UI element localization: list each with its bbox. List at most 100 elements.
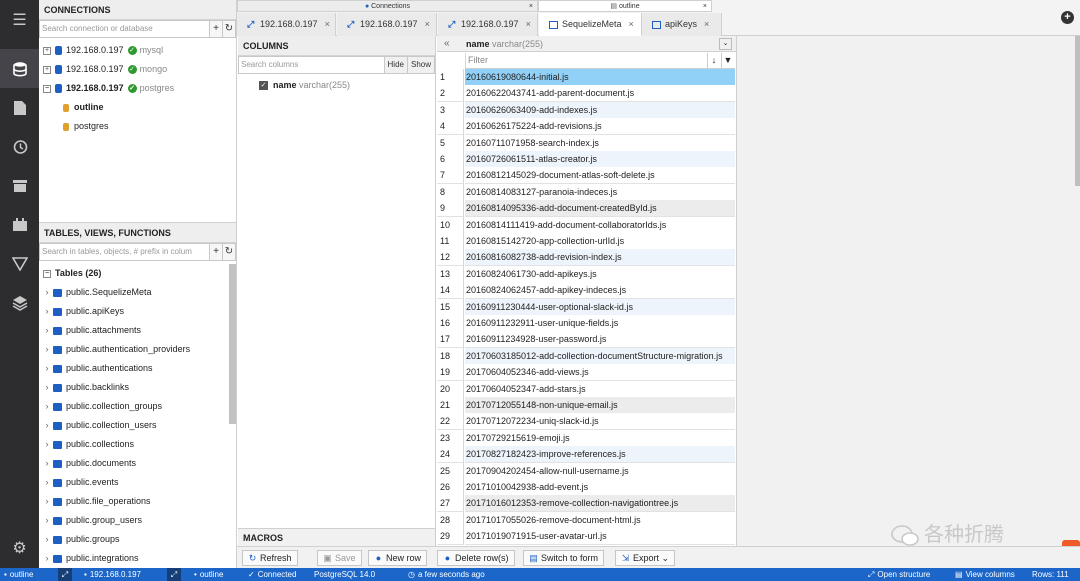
grid-cell[interactable]: 20171017055026-remove-document-html.js bbox=[465, 511, 735, 529]
close-icon[interactable]: × bbox=[704, 19, 709, 29]
table-item[interactable]: › public.collection_groups bbox=[39, 397, 163, 416]
grid-cell[interactable]: 20160626175224-add-revisions.js bbox=[465, 118, 735, 136]
row-number[interactable]: 25 bbox=[437, 462, 464, 480]
column-header-name[interactable]: name varchar(255) bbox=[466, 39, 543, 49]
row-number[interactable]: 29 bbox=[437, 528, 464, 546]
row-number[interactable]: 22 bbox=[437, 413, 464, 431]
close-icon[interactable]: × bbox=[526, 19, 531, 29]
grid-cell[interactable]: 20160814083127-paranoia-indeces.js bbox=[465, 183, 735, 201]
row-number[interactable]: 17 bbox=[437, 331, 464, 349]
grid-cell[interactable]: 20160726061511-atlas-creator.js bbox=[465, 151, 735, 168]
table-item[interactable]: › public.backlinks bbox=[39, 378, 130, 397]
chevron-right-icon[interactable]: › bbox=[41, 435, 53, 454]
tables-scrollbar[interactable] bbox=[229, 264, 236, 424]
row-number[interactable]: 15 bbox=[437, 298, 464, 316]
row-number[interactable]: 16 bbox=[437, 315, 464, 332]
grid-cell[interactable]: 20160626063409-add-indexes.js bbox=[465, 101, 735, 119]
row-number[interactable]: 21 bbox=[437, 397, 464, 414]
top-tab-connections[interactable]: ● Connections × bbox=[237, 0, 538, 12]
view-columns-link[interactable]: ▤ View columns bbox=[955, 568, 1015, 581]
column-item-name[interactable]: ✓ name varchar(255) bbox=[259, 78, 350, 92]
grid-cell[interactable]: 20170604052347-add-stars.js bbox=[465, 380, 735, 398]
chevron-right-icon[interactable]: › bbox=[41, 492, 53, 511]
row-number[interactable]: 19 bbox=[437, 364, 464, 382]
plugin-icon[interactable] bbox=[0, 205, 39, 244]
row-number[interactable]: 20 bbox=[437, 380, 464, 398]
row-number[interactable]: 1 bbox=[437, 69, 464, 86]
expand-toggle-icon[interactable]: + bbox=[43, 65, 51, 74]
grid-cell[interactable]: 20160619080644-initial.js bbox=[465, 69, 735, 86]
save-button[interactable]: ▣ Save bbox=[317, 550, 362, 566]
table-item[interactable]: › public.documents bbox=[39, 454, 137, 473]
tables-search-input[interactable]: Search in tables, objects, # prefix in c… bbox=[39, 243, 210, 261]
grid-cell[interactable]: 20160814111419-add-document-collaborator… bbox=[465, 216, 735, 234]
row-number[interactable]: 7 bbox=[437, 167, 464, 185]
database-item-outline[interactable]: outline bbox=[63, 98, 104, 117]
connection-search-input[interactable]: Search connection or database bbox=[39, 20, 210, 38]
grid-cell[interactable]: 20171016012353-remove-collection-navigat… bbox=[465, 495, 735, 513]
table-item[interactable]: › public.SequelizeMeta bbox=[39, 283, 152, 302]
delete-rows-button[interactable]: ● Delete row(s) bbox=[437, 550, 515, 566]
close-icon[interactable]: × bbox=[325, 19, 330, 29]
grid-cell[interactable]: 20160911234928-user-password.js bbox=[465, 331, 735, 349]
close-icon[interactable]: × bbox=[529, 1, 533, 13]
columns-search-input[interactable]: Search columns bbox=[238, 56, 385, 74]
row-number[interactable]: 10 bbox=[437, 216, 464, 234]
grid-cell[interactable]: 20170827182423-improve-references.js bbox=[465, 446, 735, 464]
chevron-right-icon[interactable]: › bbox=[41, 340, 53, 359]
table-item[interactable]: › public.integrations bbox=[39, 549, 139, 568]
grid-cell[interactable]: 20171010042938-add-event.js bbox=[465, 479, 735, 496]
row-number[interactable]: 11 bbox=[437, 233, 464, 250]
chevron-right-icon[interactable]: › bbox=[41, 530, 53, 549]
tab-connection-3[interactable]: ⤢ 192.168.0.197 × bbox=[438, 13, 538, 36]
grid-cell[interactable]: 20170904202454-allow-null-username.js bbox=[465, 462, 735, 480]
table-item[interactable]: › public.collection_users bbox=[39, 416, 157, 435]
row-number[interactable]: 2 bbox=[437, 85, 464, 103]
tab-apikeys[interactable]: apiKeys × bbox=[642, 13, 722, 36]
tab-sequelizemeta[interactable]: SequelizeMeta × bbox=[539, 13, 642, 36]
table-item[interactable]: › public.file_operations bbox=[39, 492, 151, 511]
collapse-panel-icon[interactable]: « bbox=[444, 38, 450, 49]
grid-cell[interactable]: 20170603185012-add-collection-documentSt… bbox=[465, 347, 735, 365]
history-icon[interactable] bbox=[0, 127, 39, 166]
chevron-right-icon[interactable]: › bbox=[41, 473, 53, 492]
macros-header[interactable]: MACROS bbox=[238, 528, 436, 546]
table-item[interactable]: › public.attachments bbox=[39, 321, 142, 340]
row-number[interactable]: 18 bbox=[437, 347, 464, 365]
hide-button[interactable]: Hide bbox=[384, 56, 408, 74]
row-number[interactable]: 4 bbox=[437, 118, 464, 136]
grid-cell[interactable]: 20160812145029-document-atlas-soft-delet… bbox=[465, 167, 735, 185]
filter-funnel-icon[interactable]: ▼ bbox=[721, 53, 734, 68]
column-menu-icon[interactable]: ⌄ bbox=[719, 38, 732, 50]
connection-item-postgres[interactable]: − 192.168.0.197 ✓ postgres bbox=[43, 79, 174, 98]
open-structure-link[interactable]: ⤢ Open structure bbox=[868, 568, 930, 581]
chevron-right-icon[interactable]: › bbox=[41, 359, 53, 378]
settings-gear-icon[interactable]: ⚙ bbox=[0, 528, 39, 567]
database-icon[interactable] bbox=[0, 49, 39, 88]
table-item[interactable]: › public.apiKeys bbox=[39, 302, 125, 321]
grid-cell[interactable]: 20160815142720-app-collection-urlId.js bbox=[465, 233, 735, 250]
filter-icon[interactable] bbox=[0, 244, 39, 283]
chevron-right-icon[interactable]: › bbox=[41, 302, 53, 321]
connection-item-mongo[interactable]: +192.168.0.197 ✓ mongo bbox=[43, 60, 167, 79]
table-item[interactable]: › public.events bbox=[39, 473, 119, 492]
table-item[interactable]: › public.authentication_providers bbox=[39, 340, 191, 359]
file-icon[interactable] bbox=[0, 88, 39, 127]
grid-cell[interactable]: 20160622043741-add-parent-document.js bbox=[465, 85, 735, 103]
status-database-2[interactable]: • outline bbox=[194, 568, 223, 581]
grid-cell[interactable]: 20160816082738-add-revision-index.js bbox=[465, 249, 735, 267]
chevron-right-icon[interactable]: › bbox=[41, 397, 53, 416]
grid-cell[interactable]: 20160814095336-add-document-createdById.… bbox=[465, 200, 735, 218]
checkbox-checked-icon[interactable]: ✓ bbox=[259, 81, 268, 91]
add-tab-icon[interactable]: + bbox=[1061, 11, 1074, 24]
show-button[interactable]: Show bbox=[407, 56, 435, 74]
new-row-button[interactable]: ● New row bbox=[368, 550, 428, 566]
chevron-right-icon[interactable]: › bbox=[41, 321, 53, 340]
table-item[interactable]: › public.groups bbox=[39, 530, 120, 549]
database-item-postgres[interactable]: postgres bbox=[63, 117, 109, 136]
row-number[interactable]: 28 bbox=[437, 511, 464, 529]
refresh-connections-icon[interactable]: ↻ bbox=[223, 20, 236, 38]
row-number[interactable]: 8 bbox=[437, 183, 464, 201]
sort-icon[interactable]: ↓ bbox=[707, 53, 720, 68]
row-number[interactable]: 9 bbox=[437, 200, 464, 218]
